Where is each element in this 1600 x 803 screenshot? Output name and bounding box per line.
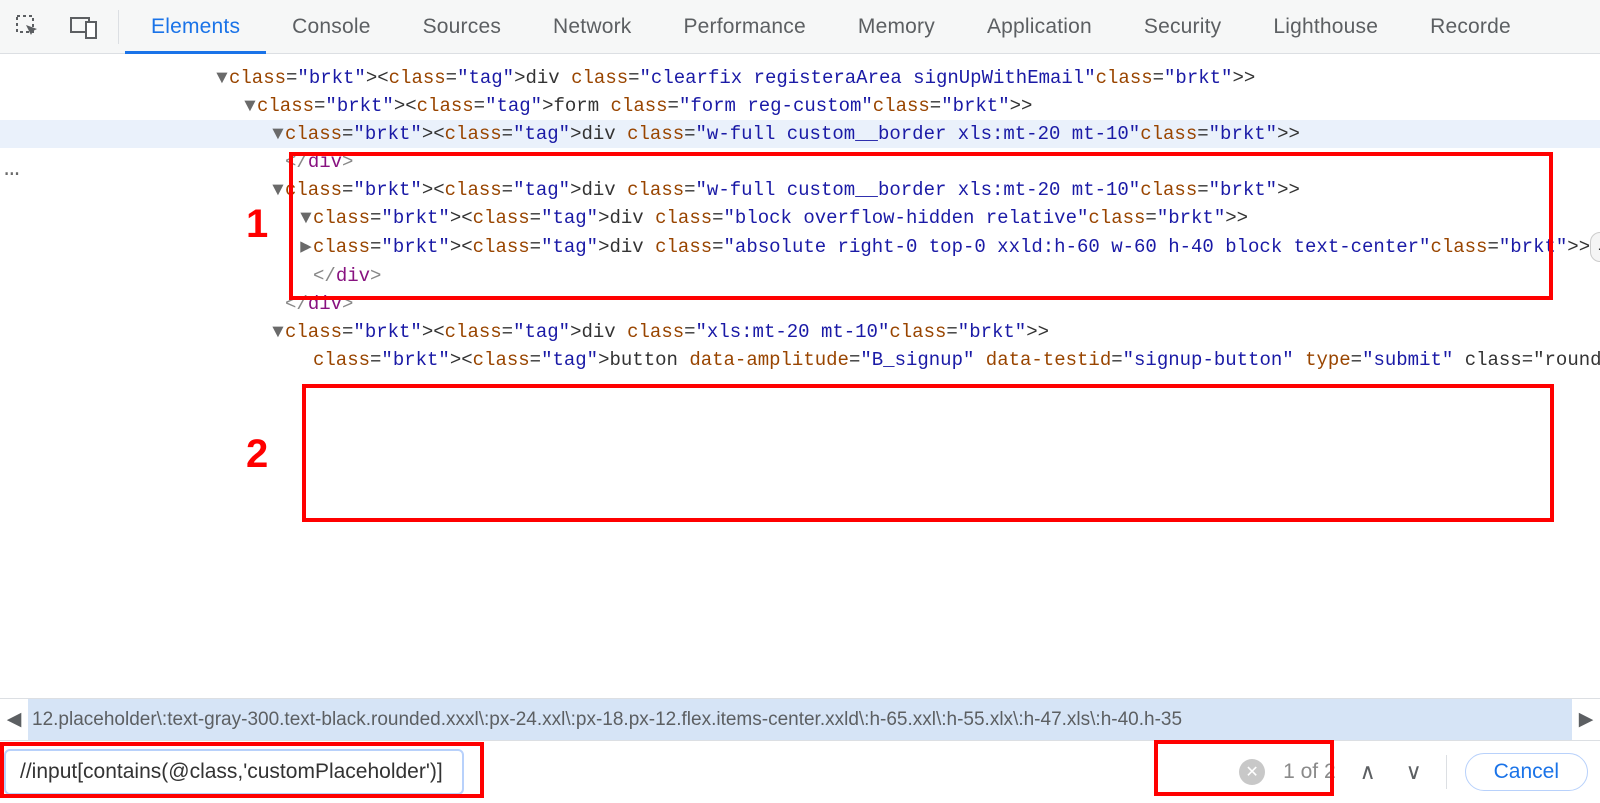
tab-console[interactable]: Console [266, 0, 396, 53]
node-div-border-1[interactable]: ▼class="brkt"><class="tag">div class="w-… [0, 120, 1600, 148]
find-prev-icon[interactable]: ∧ [1354, 753, 1382, 791]
annotation-label-1: 1 [246, 210, 268, 238]
tab-performance[interactable]: Performance [657, 0, 831, 53]
find-input[interactable] [4, 749, 464, 795]
tab-memory[interactable]: Memory [832, 0, 961, 53]
tab-recorder[interactable]: Recorde [1404, 0, 1537, 53]
breadcrumb-selected-node[interactable]: 12.placeholder\:text-gray-300.text-black… [28, 699, 1572, 740]
annotation-box-2 [302, 384, 1554, 522]
tab-security[interactable]: Security [1118, 0, 1247, 53]
node-div-border-2[interactable]: ▼class="brkt"><class="tag">div class="w-… [0, 176, 1600, 204]
divider [1446, 755, 1447, 789]
devtools-tabbar: Elements Console Sources Network Perform… [0, 0, 1600, 54]
breadcrumb-scroll-right-icon[interactable]: ▶ [1572, 708, 1600, 731]
tab-elements[interactable]: Elements [125, 0, 266, 53]
find-bar: ✕ 1 of 2 ∧ ∨ Cancel [0, 740, 1600, 803]
node-form[interactable]: ▼class="brkt"><class="tag">form class="f… [0, 92, 1600, 120]
tab-network[interactable]: Network [527, 0, 657, 53]
find-next-icon[interactable]: ∨ [1400, 753, 1428, 791]
node-button-signup[interactable]: class="brkt"><class="tag">button data-am… [0, 346, 1600, 374]
panel-tabs: Elements Console Sources Network Perform… [125, 0, 1537, 53]
node-div-mt[interactable]: ▼class="brkt"><class="tag">div class="xl… [0, 318, 1600, 346]
breadcrumb-bar: ◀ 12.placeholder\:text-gray-300.text-bla… [0, 698, 1600, 740]
inspect-element-icon[interactable] [0, 0, 56, 53]
node-div-relative[interactable]: ▼class="brkt"><class="tag">div class="bl… [0, 204, 1600, 232]
divider [118, 10, 119, 44]
find-cancel-button[interactable]: Cancel [1465, 753, 1588, 791]
find-count: 1 of 2 [1283, 760, 1336, 784]
tab-lighthouse[interactable]: Lighthouse [1247, 0, 1404, 53]
node-close-div[interactable]: </div> [0, 290, 1600, 318]
node-close-div[interactable]: </div> [0, 262, 1600, 290]
annotation-label-2: 2 [246, 440, 268, 468]
node-close-div[interactable]: </div> [0, 148, 1600, 176]
clear-search-icon[interactable]: ✕ [1239, 759, 1265, 785]
node-div-absolute[interactable]: ▶class="brkt"><class="tag">div class="ab… [0, 232, 1600, 262]
breadcrumb-scroll-left-icon[interactable]: ◀ [0, 708, 28, 731]
tab-sources[interactable]: Sources [397, 0, 527, 53]
device-toolbar-icon[interactable] [56, 0, 112, 53]
tab-application[interactable]: Application [961, 0, 1118, 53]
elements-tree[interactable]: … ▼class="brkt"><class="tag">div class="… [0, 54, 1600, 674]
node-div-registerarea[interactable]: ▼class="brkt"><class="tag">div class="cl… [0, 64, 1600, 92]
